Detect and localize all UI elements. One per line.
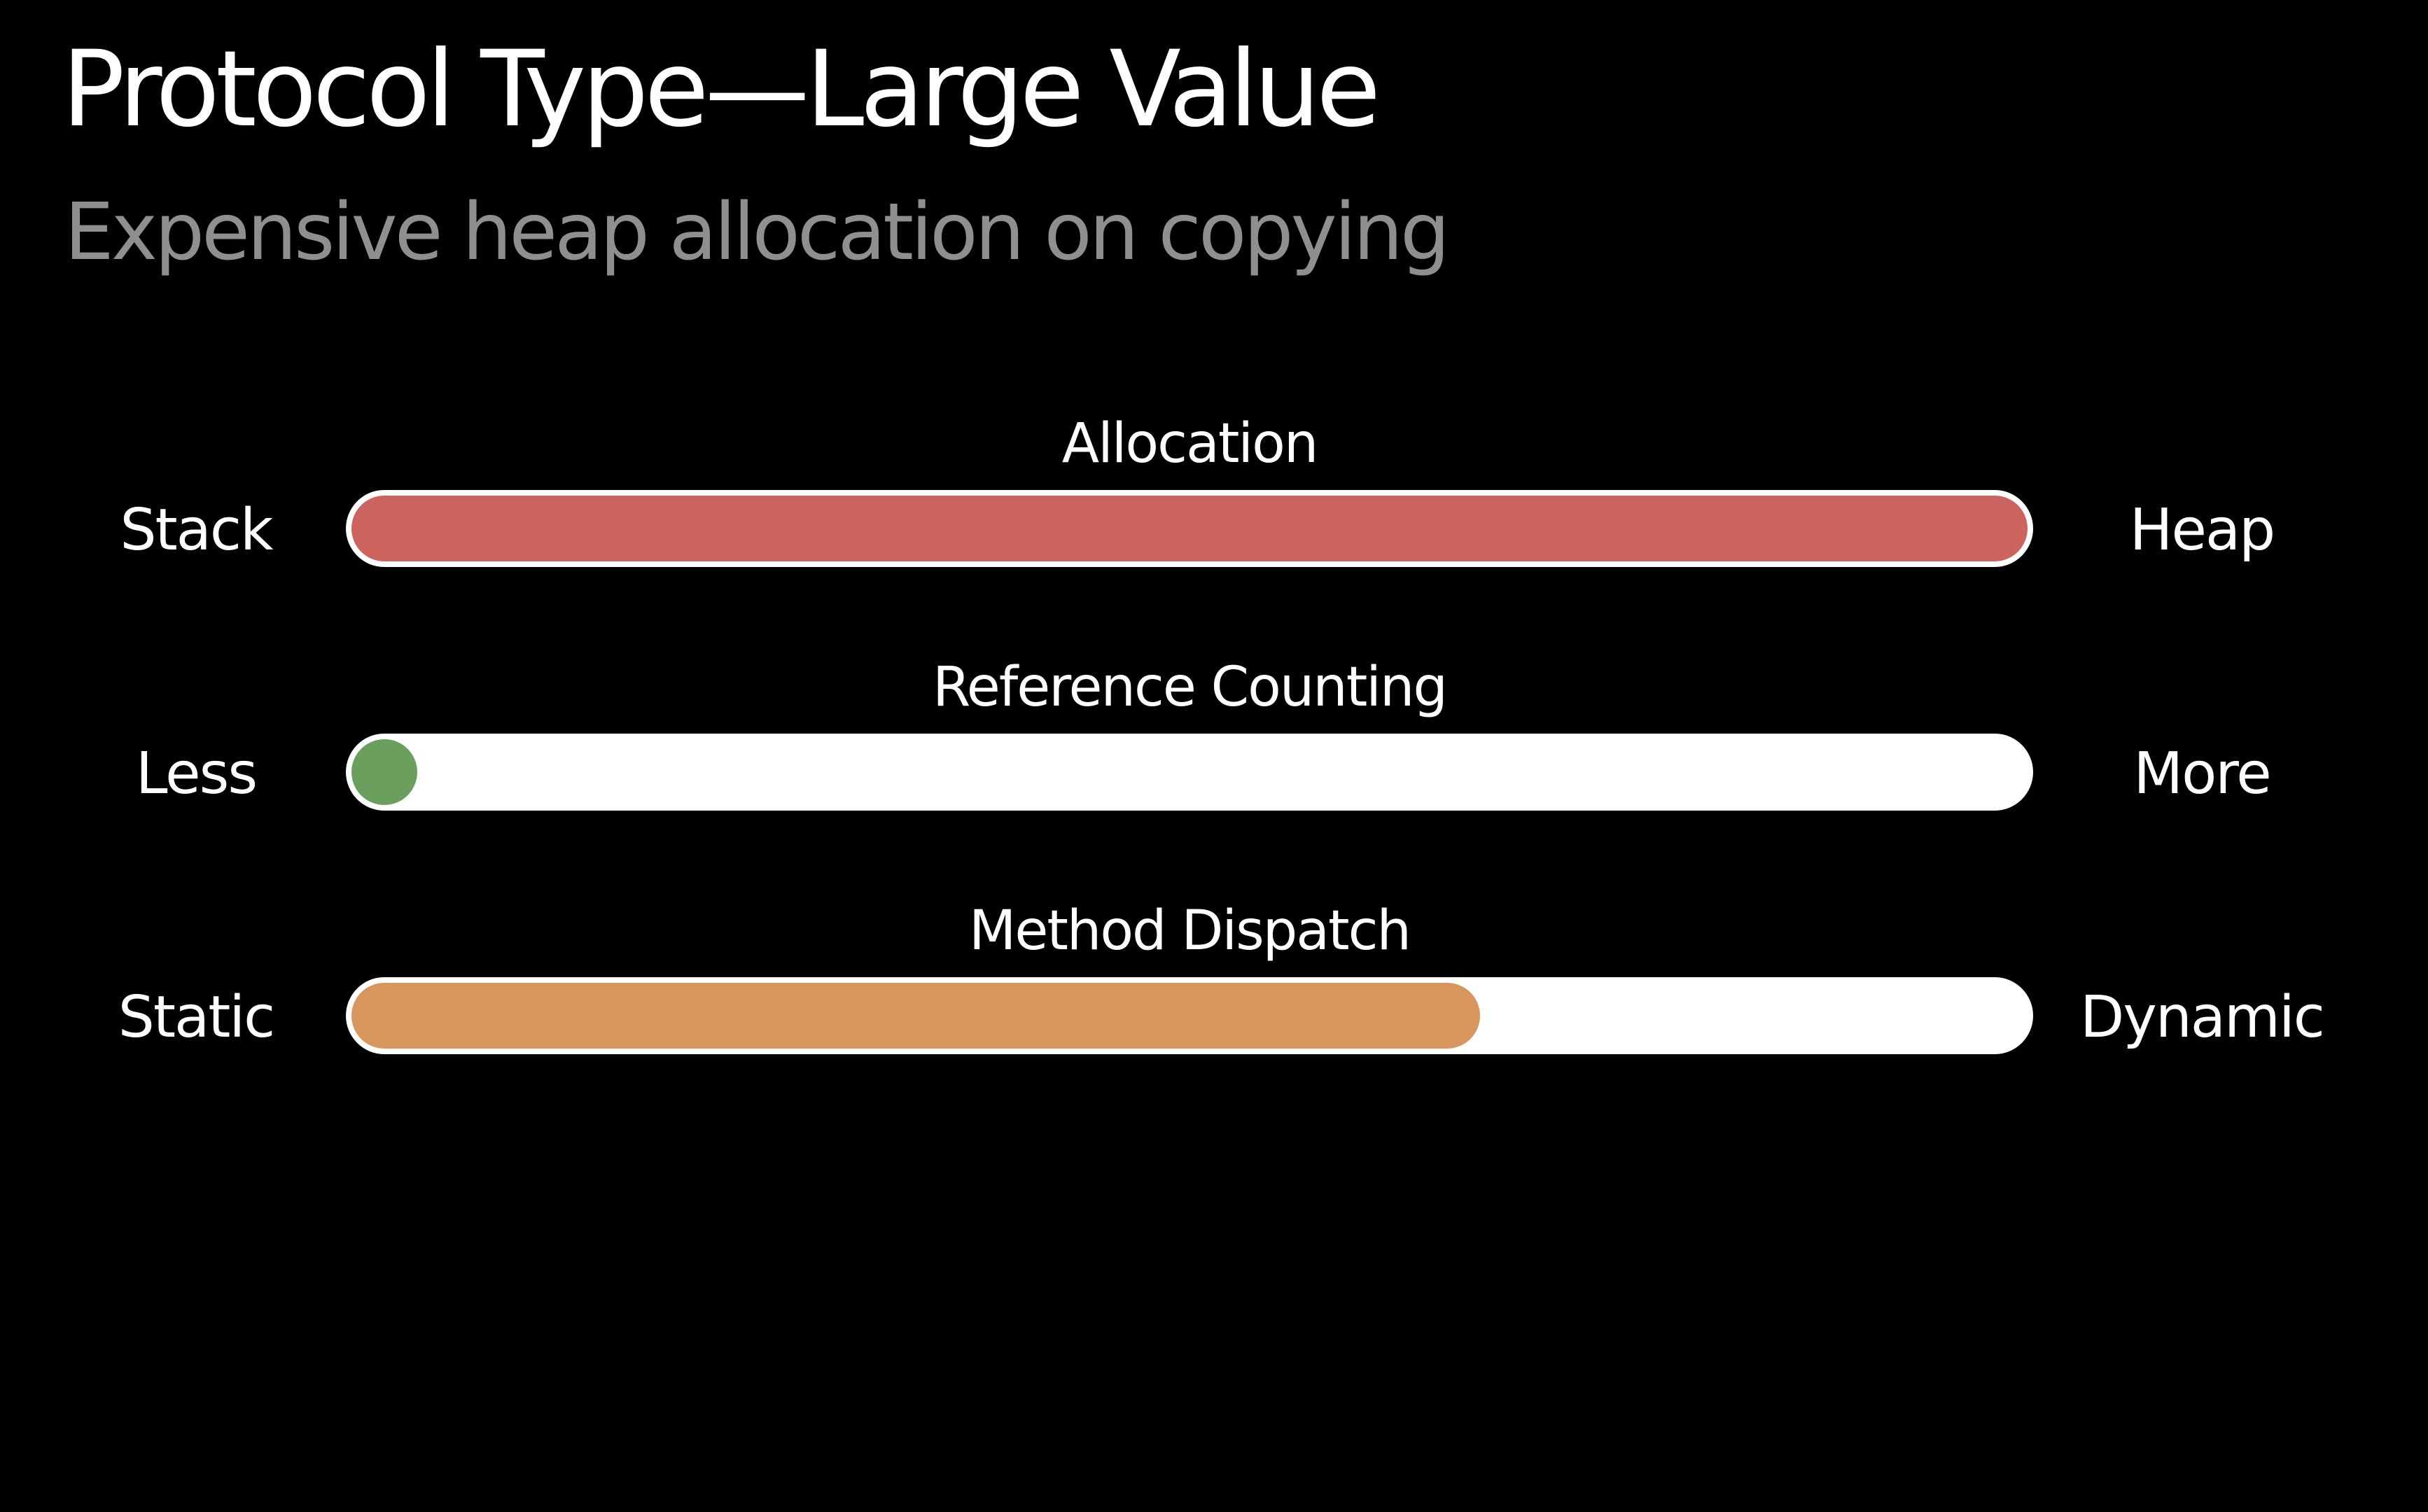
meter-fill-method-dispatch [351, 983, 1480, 1049]
meter-track-method-dispatch [346, 977, 2033, 1054]
slide-title: Protocol Type—Large Value [62, 29, 1381, 150]
meter-left-label-stack: Stack [120, 497, 273, 564]
meter-fill-reference-counting [351, 739, 417, 805]
meter-right-label-heap: Heap [2129, 497, 2275, 564]
method-dispatch-meter: Method Dispatch Static Dynamic [0, 896, 2428, 1099]
meter-left-label-static: Static [118, 984, 275, 1051]
meter-track-reference-counting [346, 734, 2033, 811]
meter-title-reference-counting: Reference Counting [933, 656, 1448, 719]
meter-track-allocation [346, 490, 2033, 567]
meter-title-method-dispatch: Method Dispatch [969, 899, 1411, 962]
meter-right-label-more: More [2133, 741, 2271, 807]
meter-left-label-less: Less [135, 741, 258, 807]
reference-counting-meter: Reference Counting Less More [0, 652, 2428, 855]
meter-right-label-dynamic: Dynamic [2080, 984, 2325, 1051]
allocation-meter: Allocation Stack Heap [0, 409, 2428, 612]
meter-title-allocation: Allocation [1061, 412, 1319, 475]
slide-subtitle: Expensive heap allocation on copying [64, 187, 1450, 278]
meter-fill-allocation [351, 496, 2028, 561]
